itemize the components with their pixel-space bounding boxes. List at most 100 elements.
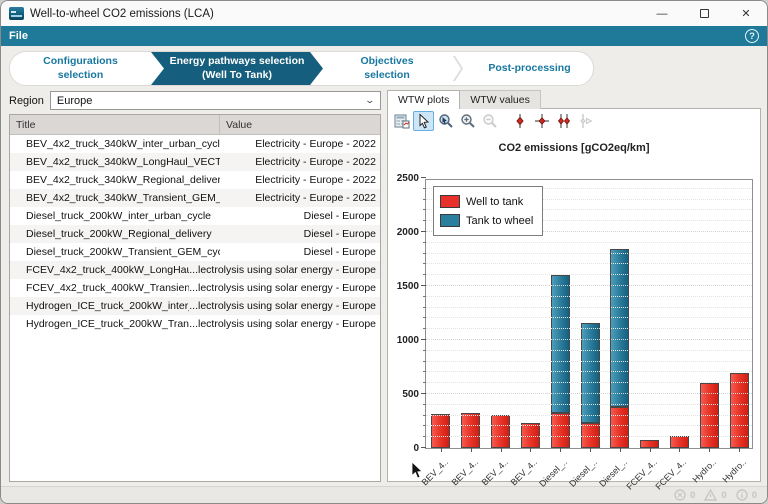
y-tick bbox=[421, 447, 426, 448]
help-icon[interactable]: ? bbox=[745, 29, 759, 43]
table-row[interactable]: Diesel_truck_200kW_Transient_GEM_cycleDi… bbox=[10, 243, 380, 261]
region-select[interactable]: Europe ⌄ bbox=[50, 91, 381, 110]
row-value: ...lectrolysis using solar energy - Euro… bbox=[189, 300, 380, 312]
table-header: Title Value bbox=[10, 115, 380, 135]
plot-panel: CO2 emissions [gCO2eq/km] Hydro..694Hydr… bbox=[387, 108, 761, 482]
x-tick bbox=[590, 448, 591, 452]
pathways-table: Title Value BEV_4x2_truck_340kW_inter_ur… bbox=[9, 114, 381, 482]
x-tick bbox=[679, 448, 680, 452]
row-value: Electricity - Europe - 2022 bbox=[220, 156, 380, 168]
tab-wtw-values[interactable]: WTW values bbox=[460, 90, 541, 109]
y-tick-label: 1500 bbox=[389, 281, 419, 292]
maximize-button[interactable] bbox=[683, 1, 725, 26]
row-title: Diesel_truck_200kW_Regional_delivery bbox=[10, 228, 220, 240]
x-tick bbox=[471, 448, 472, 452]
data-cursor-icon[interactable] bbox=[509, 111, 530, 131]
gridline bbox=[426, 339, 752, 340]
x-tick bbox=[650, 448, 651, 452]
y-tick-label: 500 bbox=[389, 389, 419, 400]
crosshair-cursor-icon[interactable] bbox=[531, 111, 552, 131]
row-title: BEV_4x2_truck_340kW_inter_urban_cycle bbox=[10, 138, 220, 150]
legend-swatch-well-to-tank bbox=[440, 195, 460, 208]
step-objectives-selection[interactable]: Objectives selection bbox=[323, 52, 451, 85]
gridline bbox=[426, 361, 752, 362]
y-tick-label: 1000 bbox=[389, 335, 419, 346]
dual-cursor-icon[interactable] bbox=[553, 111, 574, 131]
y-tick-label: 2500 bbox=[389, 173, 419, 184]
maximize-icon bbox=[700, 9, 709, 18]
gridline bbox=[426, 404, 752, 405]
row-value: ...lectrolysis using solar energy - Euro… bbox=[189, 264, 380, 276]
row-title: Diesel_truck_200kW_Transient_GEM_cycle bbox=[10, 246, 220, 258]
zoom-in-icon[interactable] bbox=[457, 111, 478, 131]
column-header-title[interactable]: Title bbox=[10, 115, 220, 134]
row-value: ...lectrolysis using solar energy - Euro… bbox=[189, 318, 380, 330]
menu-file[interactable]: File bbox=[9, 30, 28, 42]
x-tick bbox=[739, 448, 740, 452]
y-tick bbox=[421, 177, 426, 178]
chart-legend: Well to tank Tank to wheel bbox=[433, 186, 543, 236]
plot-browser-icon[interactable] bbox=[391, 111, 412, 131]
row-value: Diesel - Europe bbox=[220, 246, 380, 258]
row-title: Hydrogen_ICE_truck_200kW_inter_urban_cyc… bbox=[10, 300, 189, 312]
zoom-out-icon[interactable] bbox=[479, 111, 500, 131]
row-value: Electricity - Europe - 2022 bbox=[220, 174, 380, 186]
step-configurations-selection[interactable]: Configurations selection bbox=[10, 52, 151, 85]
app-logo-icon bbox=[9, 7, 24, 20]
region-label: Region bbox=[9, 95, 44, 107]
step-energy-pathways-selection[interactable]: Energy pathways selection (Well To Tank) bbox=[151, 52, 323, 85]
bar-well-to-tank bbox=[640, 440, 659, 448]
table-row[interactable]: Diesel_truck_200kW_Regional_deliveryDies… bbox=[10, 225, 380, 243]
table-row[interactable]: Hydrogen_ICE_truck_200kW_inter_urban_cyc… bbox=[10, 297, 380, 315]
table-row[interactable]: BEV_4x2_truck_340kW_Transient_GEM_cycleE… bbox=[10, 189, 380, 207]
row-title: BEV_4x2_truck_340kW_Regional_delivery bbox=[10, 174, 220, 186]
minimize-button[interactable]: — bbox=[641, 1, 683, 26]
gridline bbox=[426, 436, 752, 437]
info-icon bbox=[736, 489, 748, 501]
table-row[interactable]: Hydrogen_ICE_truck_200kW_Transient_GEM_c… bbox=[10, 315, 380, 333]
pathways-panel: Region Europe ⌄ Title Value BEV_4x2_truc… bbox=[9, 90, 381, 482]
title-bar: Well-to-wheel CO2 emissions (LCA) — ✕ bbox=[1, 1, 767, 26]
table-row[interactable]: FCEV_4x2_truck_400kW_Transient_GEM_cycle… bbox=[10, 279, 380, 297]
row-value: Electricity - Europe - 2022 bbox=[220, 192, 380, 204]
legend-label-tank-to-wheel: Tank to wheel bbox=[466, 215, 533, 227]
table-row[interactable]: BEV_4x2_truck_340kW_LongHaul_VECTO_cycle… bbox=[10, 153, 380, 171]
x-tick bbox=[620, 448, 621, 452]
row-value: ...lectrolysis using solar energy - Euro… bbox=[189, 282, 380, 294]
gridline bbox=[426, 382, 752, 383]
step-separator-chevron-icon bbox=[451, 52, 467, 85]
bar-well-to-tank bbox=[610, 407, 629, 448]
row-title: Hydrogen_ICE_truck_200kW_Transient_GEM_c… bbox=[10, 318, 189, 330]
tab-wtw-plots[interactable]: WTW plots bbox=[387, 90, 460, 109]
close-button[interactable]: ✕ bbox=[725, 1, 767, 26]
table-row[interactable]: Diesel_truck_200kW_inter_urban_cycleDies… bbox=[10, 207, 380, 225]
gridline bbox=[426, 317, 752, 318]
row-value: Diesel - Europe bbox=[220, 228, 380, 240]
table-row[interactable]: BEV_4x2_truck_340kW_Regional_deliveryEle… bbox=[10, 171, 380, 189]
bar-well-to-tank bbox=[491, 415, 510, 448]
gridline bbox=[426, 253, 752, 254]
bar-well-to-tank bbox=[431, 414, 450, 448]
gridline bbox=[426, 350, 752, 351]
legend-label-well-to-tank: Well to tank bbox=[466, 196, 523, 208]
y-tick-label: 2000 bbox=[389, 227, 419, 238]
zoom-select-icon[interactable] bbox=[435, 111, 456, 131]
main-content: Region Europe ⌄ Title Value BEV_4x2_truc… bbox=[1, 90, 767, 486]
table-row[interactable]: FCEV_4x2_truck_400kW_LongHaul_VECTO_cycl… bbox=[10, 261, 380, 279]
table-row[interactable]: BEV_4x2_truck_340kW_inter_urban_cycleEle… bbox=[10, 135, 380, 153]
cursor-play-icon[interactable] bbox=[575, 111, 596, 131]
warning-count: 0 bbox=[721, 490, 726, 501]
gridline bbox=[426, 296, 752, 297]
row-title: BEV_4x2_truck_340kW_Transient_GEM_cycle bbox=[10, 192, 220, 204]
step-post-processing[interactable]: Post-processing bbox=[467, 52, 592, 85]
arrow-cursor-icon[interactable] bbox=[413, 111, 434, 131]
gridline bbox=[426, 393, 752, 394]
row-title: FCEV_4x2_truck_400kW_Transient_GEM_cycle bbox=[10, 282, 189, 294]
plot-area: Hydro..694Hydro..603FCEV_4..FCEV_4..Dies… bbox=[425, 179, 753, 449]
window-title: Well-to-wheel CO2 emissions (LCA) bbox=[30, 8, 214, 20]
chart-title: CO2 emissions [gCO2eq/km] bbox=[388, 142, 760, 154]
bar-well-to-tank bbox=[551, 413, 570, 448]
row-title: BEV_4x2_truck_340kW_LongHaul_VECTO_cycle bbox=[10, 156, 220, 168]
gridline bbox=[426, 285, 752, 286]
column-header-value[interactable]: Value bbox=[220, 115, 380, 134]
